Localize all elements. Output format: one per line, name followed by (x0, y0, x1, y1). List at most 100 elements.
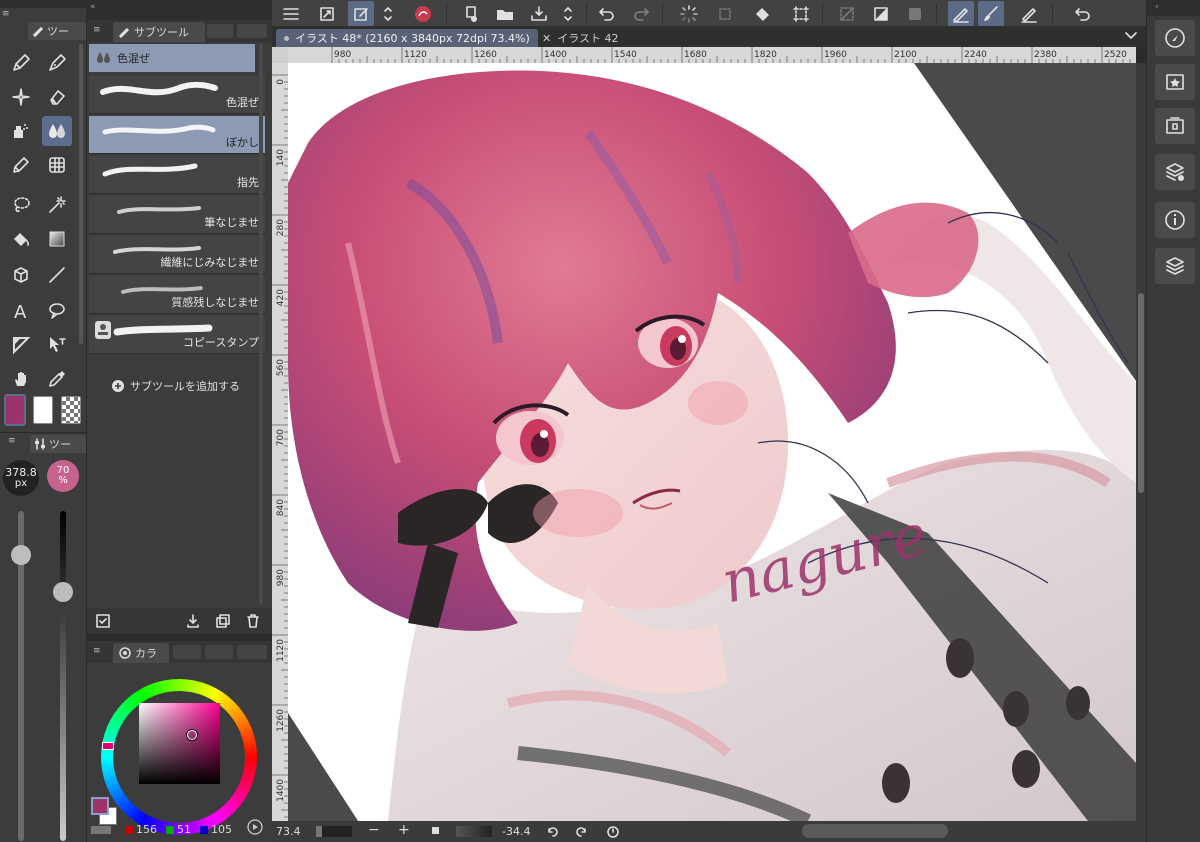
main-menu-icon[interactable] (278, 1, 304, 26)
opacity-slider-thumb[interactable] (53, 582, 73, 602)
layer-property-button[interactable] (1155, 154, 1195, 190)
brush-size-indicator[interactable]: 378.8 px (3, 460, 39, 496)
sv-cursor[interactable] (187, 730, 197, 740)
fountain-pen-tool[interactable] (6, 150, 36, 180)
tool-palette-scrollbar[interactable] (79, 44, 83, 344)
dock-grip[interactable]: ‹ (1147, 0, 1200, 16)
tab-intermediate-color[interactable] (205, 645, 233, 659)
text-tool[interactable]: A (6, 296, 36, 326)
airbrush-tool[interactable] (6, 116, 36, 146)
pen-tool[interactable] (6, 48, 36, 78)
brush-item-color-mix[interactable]: 色混ぜ (89, 76, 265, 114)
gradient-tool[interactable] (42, 224, 72, 254)
color-mode-toggle[interactable] (91, 826, 111, 834)
frame-tool[interactable] (42, 150, 72, 180)
tab-color-set[interactable] (173, 645, 201, 659)
hue-cursor[interactable] (102, 742, 114, 750)
redo-icon[interactable] (628, 1, 654, 26)
loading-icon[interactable] (676, 1, 702, 26)
eraser-tool[interactable] (42, 82, 72, 112)
tab-subtool-detail[interactable] (207, 24, 233, 38)
reset-rotation-icon[interactable] (606, 825, 620, 839)
3d-object-tool[interactable] (6, 260, 36, 290)
collapse-icon[interactable]: « (90, 2, 96, 12)
opacity-indicator[interactable]: 70 % (47, 460, 79, 492)
zoom-value[interactable]: 73.4 (276, 825, 301, 838)
balloon-tool[interactable] (42, 296, 72, 326)
rotate-right-icon[interactable] (574, 825, 588, 839)
collapse-icon[interactable]: ‹ (1155, 2, 1159, 12)
rotate-left-icon[interactable] (546, 825, 560, 839)
opacity-slider[interactable] (60, 511, 66, 841)
subtool-scrollbar[interactable] (259, 44, 263, 604)
chevron-down-icon[interactable] (1124, 30, 1138, 42)
sub-color-swatch[interactable] (33, 396, 53, 424)
add-subtool-button[interactable]: サブツールを追加する (111, 378, 240, 394)
menu-icon[interactable]: ≡ (93, 25, 101, 35)
navigator-button[interactable] (1155, 20, 1195, 56)
eyedropper-tool[interactable] (42, 364, 72, 394)
select-all-icon[interactable] (788, 1, 814, 26)
object-tool[interactable] (42, 330, 72, 360)
save-icon[interactable] (526, 1, 552, 26)
tab-tool-property[interactable]: ツー (30, 435, 86, 453)
rotation-value[interactable]: -34.4 (502, 825, 530, 838)
invert-selection-icon[interactable] (868, 1, 894, 26)
info-button[interactable] (1155, 202, 1195, 238)
deselect-icon[interactable] (834, 1, 860, 26)
hand-tool[interactable] (6, 364, 36, 394)
palette-grip[interactable] (0, 0, 86, 8)
main-color-swatch[interactable] (4, 394, 26, 426)
menu-icon[interactable]: ≡ (93, 646, 101, 656)
canvas-vertical-scrollbar[interactable] (1136, 63, 1146, 821)
zoom-out-button[interactable]: − (368, 822, 380, 838)
subtool-grip[interactable]: « (86, 0, 272, 20)
tab-tool[interactable]: ツー (28, 22, 86, 40)
rotate-slider[interactable] (456, 826, 492, 837)
subtool-settings-icon[interactable] (95, 613, 111, 629)
brush-item-texture-blend[interactable]: 質感残しなじませ (89, 276, 265, 314)
vertical-scroll-thumb[interactable] (1138, 293, 1144, 493)
zoom-slider[interactable] (316, 826, 352, 837)
menu-icon[interactable]: ≡ (2, 9, 10, 19)
brush-item-copy-stamp[interactable]: コピースタンプ (89, 316, 265, 354)
zoom-in-button[interactable]: + (398, 822, 410, 838)
tab-color-wheel[interactable]: カラ (113, 643, 169, 663)
line-tool[interactable] (42, 260, 72, 290)
saturation-value-square[interactable] (139, 703, 220, 784)
transparent-color-swatch[interactable] (61, 396, 81, 424)
fill-icon[interactable] (750, 1, 776, 26)
show-selection-icon[interactable] (902, 1, 928, 26)
material-button[interactable] (1155, 64, 1195, 100)
stepper-icon-2[interactable] (560, 1, 576, 26)
horizontal-scroll-thumb[interactable] (802, 824, 948, 838)
tab-subtool[interactable]: サブツール (113, 22, 205, 42)
canvas-viewport[interactable]: nagure (288, 63, 1136, 821)
menu-icon[interactable]: ≡ (8, 436, 16, 446)
subtool-group-header[interactable]: 色混ぜ (89, 44, 255, 72)
brush-item-fiber-blend[interactable]: 繊維にじみなじませ (89, 236, 265, 274)
brush-size-slider-thumb[interactable] (11, 545, 31, 565)
brush-item-blur[interactable]: ぼかし (89, 116, 265, 154)
trash-icon[interactable] (245, 613, 261, 629)
brush-mode-icon[interactable] (978, 1, 1004, 26)
canvas-artwork[interactable]: nagure (288, 63, 1136, 821)
undo-icon[interactable] (594, 1, 620, 26)
doc-tab-active[interactable]: イラスト 48* (2160 x 3840px 72dpi 73.4%) (276, 29, 538, 47)
fill-tool[interactable] (6, 224, 36, 254)
new-layer-icon[interactable] (458, 1, 484, 26)
pen-mode-icon[interactable] (948, 1, 974, 26)
clear-icon[interactable] (712, 1, 738, 26)
magic-wand-tool[interactable] (42, 190, 72, 220)
duplicate-icon[interactable] (215, 613, 231, 629)
tab-auto-action[interactable] (237, 24, 267, 38)
ruler-tool[interactable] (6, 330, 36, 360)
draw-line-icon[interactable] (1016, 1, 1042, 26)
actual-size-button[interactable] (432, 827, 439, 834)
brush-item-finger[interactable]: 指先 (89, 156, 265, 194)
tab-approx-color[interactable] (237, 645, 267, 659)
rec-icon[interactable] (410, 1, 436, 26)
layer-button[interactable] (1155, 248, 1195, 284)
lasso-tool[interactable] (6, 190, 36, 220)
stepper-icon[interactable] (380, 1, 396, 26)
